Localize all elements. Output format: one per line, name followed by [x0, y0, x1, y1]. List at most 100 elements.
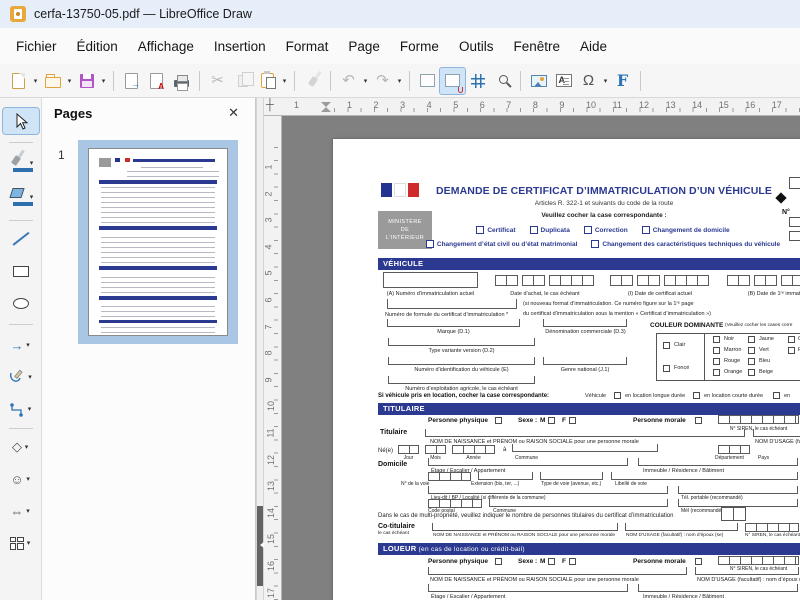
connector-dropdown[interactable]: ▾ [26, 405, 33, 413]
export-button[interactable]: → [119, 68, 144, 94]
line-color-tool[interactable]: ▾ [3, 150, 39, 176]
label-denomination: Dénomination commerciale (D.3) [528, 330, 643, 336]
fill-color-dropdown[interactable]: ▾ [28, 193, 35, 201]
note-couleur: (Veuillez cocher les cases corre [725, 324, 792, 329]
symbol-shapes-dropdown[interactable]: ▾ [25, 475, 32, 483]
label-location-vehicule: Véhicule [585, 394, 606, 400]
rectangle-tool[interactable] [3, 258, 39, 284]
print-button[interactable] [169, 68, 194, 94]
curve-tool[interactable]: ▾ [3, 364, 39, 390]
paste-button[interactable] [255, 68, 280, 94]
line-color-icon [7, 152, 27, 174]
field-date-premiere [727, 275, 750, 286]
block-arrows-tool[interactable]: ⇔▾ [3, 498, 39, 524]
curve-dropdown[interactable]: ▾ [27, 373, 34, 381]
label-date-certificat: (I) Date de certificat actuel [610, 292, 710, 298]
menu-aide[interactable]: Aide [570, 34, 617, 59]
fontwork-button[interactable]: F [610, 68, 635, 94]
label-orange: Orange [724, 370, 742, 376]
undo-button[interactable]: ↶ [336, 68, 361, 94]
flowchart-tool[interactable]: ▾ [3, 530, 39, 556]
special-character-button[interactable]: Ω [576, 68, 601, 94]
block-arrow-icon: ⇔ [11, 504, 24, 519]
insert-textbox-button[interactable]: A [551, 68, 576, 94]
label-loueur-personne-morale: Personne morale [633, 559, 686, 566]
redo-icon: ↷ [376, 73, 389, 88]
field-date-achat [549, 275, 594, 286]
special-character-dropdown[interactable]: ▾ [601, 77, 610, 85]
numero-label: N° [782, 209, 790, 216]
cut-button[interactable]: ✂ [205, 68, 230, 94]
save-dropdown[interactable]: ▾ [99, 77, 108, 85]
insert-image-icon [531, 75, 547, 87]
label-immatriculation: (A) Numéro d’immatriculation actuel [383, 292, 478, 298]
menu-affichage[interactable]: Affichage [128, 34, 204, 59]
horizontal-ruler[interactable]: ┼ 1 1234567891011121314151617 [264, 98, 800, 116]
menu-forme[interactable]: Forme [390, 34, 449, 59]
snap-to-grid-icon [445, 74, 460, 87]
palette-divider [9, 142, 33, 143]
drawing-canvas[interactable]: MINISTÈRE DE L'INTÉRIEUR DEMANDE DE CERT… [282, 116, 800, 600]
label-fonce: Foncé [674, 366, 689, 372]
export-pdf-button[interactable]: A [144, 68, 169, 94]
insert-line-tool[interactable] [3, 226, 39, 252]
document-page[interactable]: MINISTÈRE DE L'INTÉRIEUR DEMANDE DE CERT… [333, 139, 800, 600]
loueur-bar-title: LOUEUR [383, 544, 416, 553]
select-tool[interactable] [3, 108, 39, 134]
line-color-dropdown[interactable]: ▾ [28, 159, 35, 167]
page-thumbnail-selected[interactable] [78, 140, 238, 344]
checkbox-loueur-sexe-f [569, 558, 576, 565]
menu-fichier[interactable]: Fichier [6, 34, 67, 59]
block-arrows-dropdown[interactable]: ▾ [25, 507, 32, 515]
panel-splitter[interactable] [256, 98, 264, 600]
redo-dropdown[interactable]: ▾ [395, 77, 404, 85]
insert-image-button[interactable] [526, 68, 551, 94]
undo-icon: ↶ [342, 73, 355, 88]
open-dropdown[interactable]: ▾ [65, 77, 74, 85]
symbol-shapes-tool[interactable]: ☺▾ [3, 466, 39, 492]
new-document-dropdown[interactable]: ▾ [31, 77, 40, 85]
zoom-button[interactable] [490, 68, 515, 94]
toolbar-separator [640, 71, 641, 91]
basic-shapes-tool[interactable]: ◇▾ [3, 434, 39, 460]
checkbox-loueur-personne-morale [695, 558, 702, 565]
clone-formatting-button[interactable] [300, 68, 325, 94]
paste-dropdown[interactable]: ▾ [280, 77, 289, 85]
pages-panel-header: Pages ✕ [42, 98, 255, 128]
basic-shapes-dropdown[interactable]: ▾ [23, 443, 30, 451]
new-document-button[interactable] [6, 68, 31, 94]
menu-page[interactable]: Page [338, 34, 390, 59]
title-bar: cerfa-13750-05.pdf — LibreOffice Draw [0, 0, 800, 28]
field-immeuble [638, 458, 798, 466]
menu-fenetre[interactable]: Fenêtre [503, 34, 570, 59]
ellipse-tool[interactable] [3, 290, 39, 316]
vertical-ruler[interactable]: 1234567891011121314151617 [264, 116, 282, 600]
open-button[interactable] [40, 68, 65, 94]
ruler-number: 4 [264, 244, 274, 249]
lines-and-arrows-tool[interactable]: →▾ [3, 332, 39, 358]
lines-arrows-dropdown[interactable]: ▾ [25, 341, 32, 349]
field-type-voie [540, 472, 603, 480]
header-checkbox-row-1: Certificat Duplicata Correction Changeme… [403, 226, 800, 234]
save-button[interactable] [74, 68, 99, 94]
label-location-longue: en location longue durée [625, 394, 685, 400]
ruler-ticks [274, 139, 278, 600]
flowchart-dropdown[interactable]: ▾ [25, 539, 32, 547]
menu-outils[interactable]: Outils [449, 34, 504, 59]
helplines-button[interactable] [465, 68, 490, 94]
menu-edition[interactable]: Édition [67, 34, 128, 59]
fill-color-tool[interactable]: ▾ [3, 184, 39, 210]
undo-dropdown[interactable]: ▾ [361, 77, 370, 85]
display-grid-button[interactable] [415, 68, 440, 94]
field-telephone [678, 486, 798, 494]
panel-collapse-handle[interactable] [257, 506, 263, 586]
checkbox-sexe-f [569, 417, 576, 424]
close-icon[interactable]: ✕ [224, 103, 243, 123]
menu-insertion[interactable]: Insertion [204, 34, 276, 59]
snap-to-grid-button[interactable] [440, 68, 465, 94]
redo-button[interactable]: ↷ [370, 68, 395, 94]
menu-format[interactable]: Format [276, 34, 339, 59]
connector-tool[interactable]: ▾ [3, 396, 39, 422]
copy-button[interactable] [230, 68, 255, 94]
checkbox-changement-domicile [642, 226, 650, 234]
